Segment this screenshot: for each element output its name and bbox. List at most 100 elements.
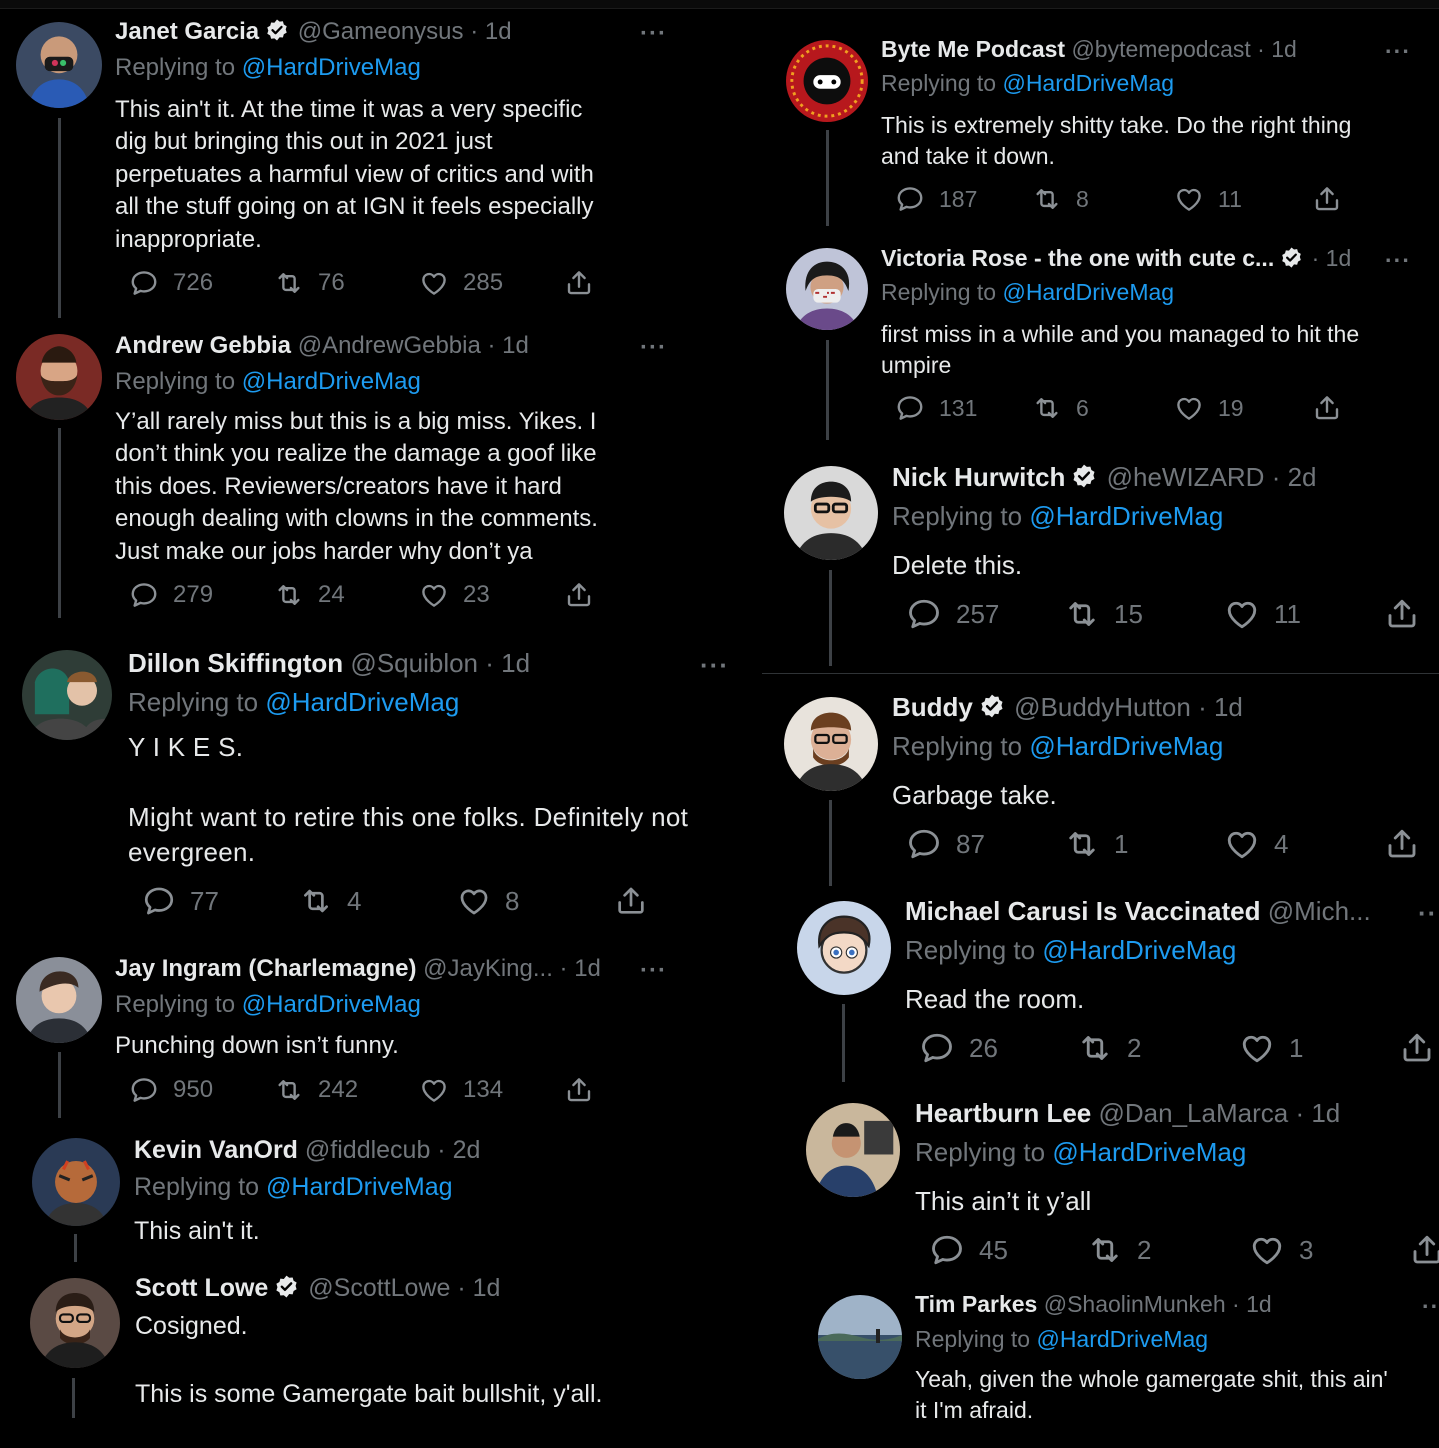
reply-button[interactable]: 187 (881, 184, 977, 214)
like-button[interactable]: 285 (405, 268, 503, 298)
retweet-button[interactable]: 2 (1063, 1030, 1141, 1066)
more-options-button[interactable]: ··· (700, 650, 729, 681)
reply-button[interactable]: 131 (881, 393, 977, 423)
author-name[interactable]: Nick Hurwitch (892, 462, 1065, 492)
like-button[interactable]: 23 (405, 580, 490, 610)
author-name[interactable]: Andrew Gebbia (115, 332, 291, 359)
author-name[interactable]: Dillon Skiffington (128, 648, 343, 678)
retweet-button[interactable]: 2 (1073, 1232, 1151, 1268)
reply-button[interactable]: 257 (892, 596, 999, 632)
mention-link[interactable]: @HardDriveMag (242, 368, 421, 395)
like-button[interactable]: 19 (1160, 393, 1244, 423)
more-options-button[interactable]: ··· (1418, 898, 1439, 929)
share-button[interactable] (550, 580, 594, 610)
avatar[interactable] (16, 22, 102, 108)
mention-link[interactable]: @HardDriveMag (1002, 70, 1174, 96)
author-handle[interactable]: @JayKing... (423, 955, 553, 982)
timestamp[interactable]: 1d (501, 648, 530, 678)
mention-link[interactable]: @HardDriveMag (242, 54, 421, 81)
mention-link[interactable]: @HardDriveMag (1002, 279, 1174, 305)
reply-button[interactable]: 279 (115, 580, 213, 610)
share-button[interactable] (1298, 184, 1342, 214)
author-name[interactable]: Michael Carusi Is Vaccinated (905, 896, 1261, 926)
share-button[interactable] (1385, 1030, 1435, 1066)
retweet-button[interactable]: 24 (260, 580, 345, 610)
avatar[interactable] (784, 466, 878, 560)
author-name[interactable]: Jay Ingram (Charlemagne) (115, 955, 416, 982)
more-options-button[interactable]: ··· (1385, 38, 1411, 65)
timestamp[interactable]: 2d (453, 1136, 481, 1164)
timestamp[interactable]: 1d (502, 332, 529, 359)
share-button[interactable] (1370, 826, 1420, 862)
retweet-button[interactable]: 1 (1050, 826, 1128, 862)
like-button[interactable]: 11 (1210, 596, 1301, 632)
reply-button[interactable]: 87 (892, 826, 985, 862)
more-options-button[interactable]: ··· (640, 20, 667, 48)
reply-button[interactable]: 26 (905, 1030, 998, 1066)
avatar[interactable] (784, 697, 878, 791)
reply-button[interactable]: 726 (115, 268, 213, 298)
author-handle[interactable]: @ShaolinMunkeh (1044, 1291, 1226, 1317)
avatar[interactable] (16, 957, 102, 1043)
like-button[interactable]: 1 (1225, 1030, 1303, 1066)
reply-button[interactable]: 77 (128, 884, 219, 918)
more-options-button[interactable]: ··· (640, 957, 667, 985)
share-button[interactable] (550, 268, 594, 298)
timestamp[interactable]: 1d (1271, 36, 1297, 62)
retweet-button[interactable]: 76 (260, 268, 345, 298)
author-handle[interactable]: @heWIZARD (1107, 462, 1265, 492)
mention-link[interactable]: @HardDriveMag (266, 1173, 453, 1201)
author-name[interactable]: Kevin VanOrd (134, 1136, 298, 1164)
author-handle[interactable]: @Gameonysus (298, 18, 464, 45)
author-handle[interactable]: @AndrewGebbia (298, 332, 481, 359)
like-button[interactable]: 11 (1160, 184, 1242, 214)
mention-link[interactable]: @HardDriveMag (1029, 731, 1223, 761)
author-name[interactable]: Heartburn Lee (915, 1098, 1091, 1128)
share-button[interactable] (550, 1075, 594, 1105)
author-name[interactable]: Tim Parkes (915, 1291, 1037, 1317)
author-handle[interactable]: @Squiblon (350, 648, 478, 678)
avatar[interactable] (16, 334, 102, 420)
like-button[interactable]: 4 (1210, 826, 1288, 862)
author-handle[interactable]: @fiddlecub (305, 1136, 430, 1164)
author-handle[interactable]: @Mich... (1268, 896, 1371, 926)
retweet-button[interactable]: 4 (285, 884, 361, 918)
retweet-button[interactable]: 242 (260, 1075, 358, 1105)
author-handle[interactable]: @Dan_LaMarca (1099, 1098, 1289, 1128)
share-button[interactable] (1298, 393, 1342, 423)
share-button[interactable] (600, 884, 648, 918)
author-name[interactable]: Byte Me Podcast (881, 36, 1065, 62)
mention-link[interactable]: @HardDriveMag (1052, 1137, 1246, 1167)
avatar[interactable] (786, 40, 868, 122)
retweet-button[interactable]: 6 (1018, 393, 1089, 423)
avatar[interactable] (32, 1138, 120, 1226)
more-options-button[interactable]: ··· (1385, 247, 1411, 274)
timestamp[interactable]: 2d (1288, 462, 1317, 492)
like-button[interactable]: 8 (443, 884, 519, 918)
mention-link[interactable]: @HardDriveMag (1042, 935, 1236, 965)
timestamp[interactable]: 1d (574, 955, 601, 982)
share-button[interactable] (1395, 1232, 1439, 1268)
retweet-button[interactable]: 15 (1050, 596, 1143, 632)
author-handle[interactable]: @ScottLowe (308, 1274, 450, 1302)
author-name[interactable]: Buddy (892, 692, 973, 722)
avatar[interactable] (30, 1278, 120, 1368)
timestamp[interactable]: 1d (1311, 1098, 1340, 1128)
share-button[interactable] (1370, 596, 1420, 632)
mention-link[interactable]: @HardDriveMag (1036, 1326, 1208, 1352)
reply-button[interactable]: 45 (915, 1232, 1008, 1268)
avatar[interactable] (786, 248, 868, 330)
avatar[interactable] (806, 1103, 900, 1197)
timestamp[interactable]: 1d (1326, 245, 1352, 271)
timestamp[interactable]: 1d (1246, 1291, 1272, 1317)
author-name[interactable]: Scott Lowe (135, 1274, 268, 1302)
author-name[interactable]: Janet Garcia (115, 18, 259, 45)
author-name[interactable]: Victoria Rose - the one with cute c... (881, 245, 1274, 271)
like-button[interactable]: 3 (1235, 1232, 1313, 1268)
like-button[interactable]: 134 (405, 1075, 503, 1105)
retweet-button[interactable]: 8 (1018, 184, 1089, 214)
author-handle[interactable]: @bytemepodcast (1071, 36, 1250, 62)
more-options-button[interactable]: ··· (640, 334, 667, 362)
author-handle[interactable]: @BuddyHutton (1014, 692, 1191, 722)
mention-link[interactable]: @HardDriveMag (265, 687, 459, 717)
